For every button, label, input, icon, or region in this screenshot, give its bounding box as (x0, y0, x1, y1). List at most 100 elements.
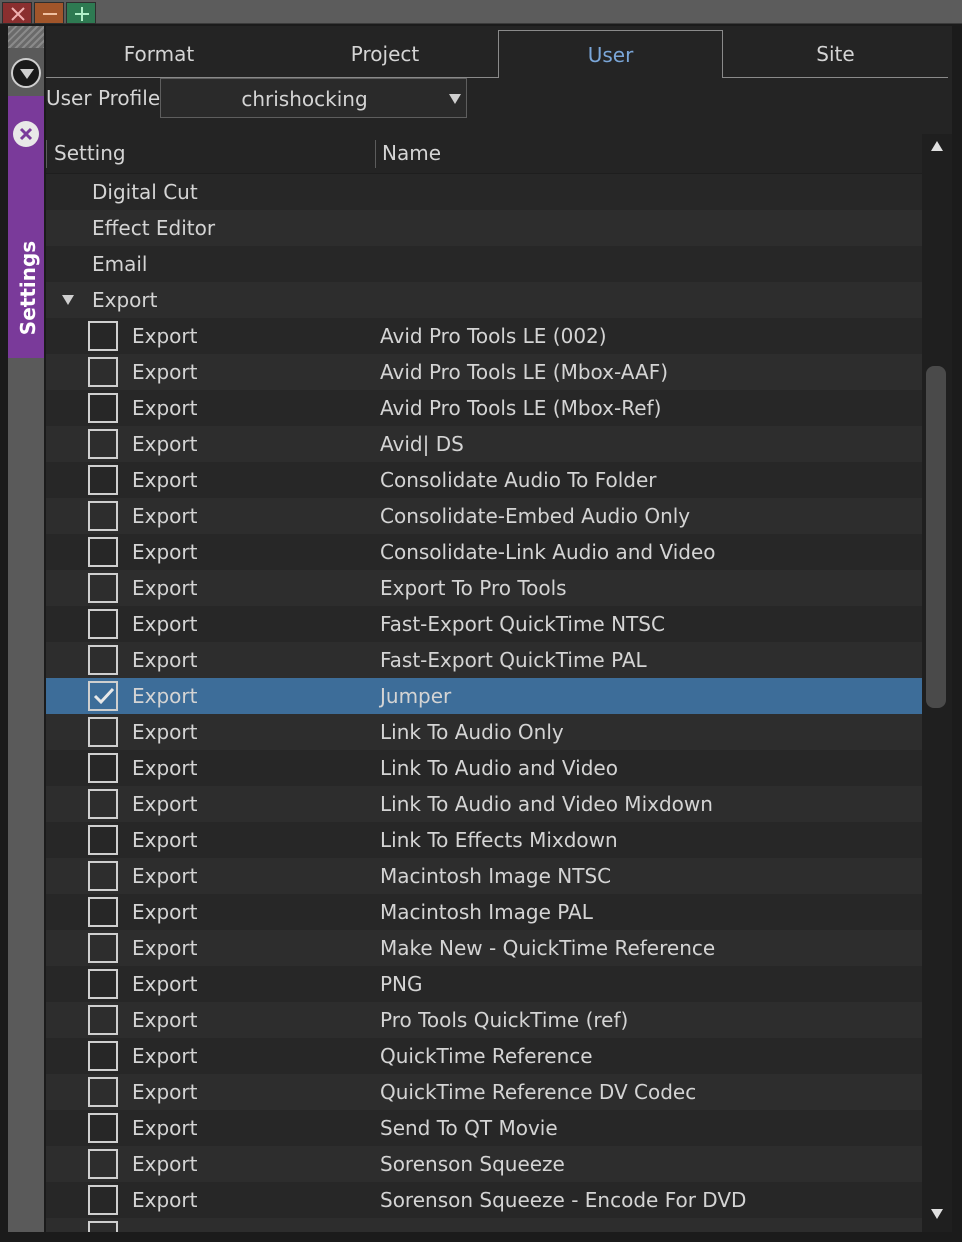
triangle-down-icon[interactable] (930, 1208, 944, 1220)
list-item[interactable]: Export Pro Tools QuickTime (ref) (46, 1002, 922, 1038)
column-resize-handle[interactable] (375, 140, 376, 168)
list-item[interactable]: Export Sorenson Squeeze - Encode For DVD (46, 1182, 922, 1218)
list-item[interactable]: Export Link To Audio and Video (46, 750, 922, 786)
export-checkbox[interactable] (88, 645, 118, 675)
list-item[interactable]: Export Macintosh Image PAL (46, 894, 922, 930)
window-minimize-button[interactable] (34, 2, 64, 24)
list-item[interactable]: Export Fast-Export QuickTime NTSC (46, 606, 922, 642)
setting-name: Pro Tools QuickTime (ref) (380, 1008, 629, 1032)
export-checkbox[interactable] (88, 1041, 118, 1071)
tab-user[interactable]: User (498, 30, 723, 78)
setting-type: Export (132, 360, 198, 384)
setting-name: Sorenson Squeeze (380, 1152, 565, 1176)
scrollbar-thumb[interactable] (926, 366, 946, 708)
setting-name: Export To Pro Tools (380, 576, 567, 600)
vertical-scrollbar[interactable] (922, 134, 952, 1232)
user-profile-dropdown[interactable]: chrishocking (160, 78, 467, 118)
window-maximize-button[interactable] (66, 2, 96, 24)
export-checkbox[interactable] (88, 1005, 118, 1035)
list-item[interactable]: Export Export To Pro Tools (46, 570, 922, 606)
group-label: Digital Cut (92, 180, 198, 204)
setting-type: Export (132, 576, 198, 600)
list-item[interactable]: Export Consolidate-Link Audio and Video (46, 534, 922, 570)
setting-name: Consolidate-Link Audio and Video (380, 540, 716, 564)
disclosure-triangle-icon[interactable] (61, 294, 75, 306)
close-icon (11, 7, 25, 21)
export-checkbox[interactable] (88, 1113, 118, 1143)
list-item[interactable]: Export Fast-Export QuickTime PAL (46, 642, 922, 678)
export-checkbox[interactable] (88, 393, 118, 423)
setting-name: QuickTime Reference DV Codec (380, 1080, 697, 1104)
window-titlebar (0, 0, 962, 24)
group-row[interactable]: Effect Editor (46, 210, 922, 246)
group-label: Effect Editor (92, 216, 216, 240)
list-item[interactable]: Export Avid Pro Tools LE (Mbox-Ref) (46, 390, 922, 426)
list-item[interactable]: Export QuickTime Reference DV Codec (46, 1074, 922, 1110)
drag-grip[interactable] (8, 26, 44, 48)
tab-project[interactable]: Project (272, 30, 498, 78)
list-item[interactable]: Export Avid Pro Tools LE (Mbox-AAF) (46, 354, 922, 390)
export-checkbox[interactable] (88, 1149, 118, 1179)
setting-name: Fast-Export QuickTime NTSC (380, 612, 665, 636)
setting-name: Macintosh Image PAL (380, 900, 593, 924)
group-row[interactable]: Email (46, 246, 922, 282)
setting-type: Export (132, 900, 198, 924)
export-checkbox[interactable] (88, 357, 118, 387)
export-checkbox[interactable] (88, 717, 118, 747)
triangle-up-icon[interactable] (930, 140, 944, 152)
export-checkbox[interactable] (88, 969, 118, 999)
export-checkbox[interactable] (88, 429, 118, 459)
minus-icon (43, 13, 57, 15)
export-checkbox[interactable] (88, 897, 118, 927)
export-checkbox[interactable] (88, 537, 118, 567)
list-item[interactable]: Export Make New - QuickTime Reference (46, 930, 922, 966)
export-checkbox[interactable] (88, 573, 118, 603)
export-checkbox[interactable] (88, 465, 118, 495)
list-item[interactable]: Export Sorenson Squeeze (46, 1146, 922, 1182)
export-checkbox[interactable] (88, 681, 118, 711)
window-close-button[interactable] (2, 2, 32, 24)
export-checkbox[interactable] (88, 1077, 118, 1107)
list-item[interactable]: Export Jumper (46, 678, 922, 714)
export-checkbox[interactable] (88, 861, 118, 891)
list-item[interactable]: Export PNG (46, 966, 922, 1002)
list-item[interactable]: Export Avid Pro Tools LE (002) (46, 318, 922, 354)
export-checkbox[interactable] (88, 1221, 118, 1232)
export-checkbox[interactable] (88, 1185, 118, 1215)
export-checkbox[interactable] (88, 501, 118, 531)
column-header-name[interactable]: Name (382, 141, 441, 165)
export-checkbox[interactable] (88, 933, 118, 963)
export-checkbox[interactable] (88, 321, 118, 351)
panel-menu-button[interactable] (11, 58, 41, 88)
user-profile-row: User Profile: chrishocking (46, 78, 952, 118)
group-label: Email (92, 252, 148, 276)
column-header-setting[interactable]: Setting (54, 141, 126, 165)
export-checkbox[interactable] (88, 789, 118, 819)
list-item[interactable]: Export Avid| DS (46, 426, 922, 462)
setting-name: Avid Pro Tools LE (002) (380, 324, 607, 348)
setting-name: Make New - QuickTime Reference (380, 936, 716, 960)
list-item[interactable]: Export QuickTime Reference (46, 1038, 922, 1074)
export-checkbox[interactable] (88, 609, 118, 639)
list-item[interactable]: Export Send To QT Movie (46, 1110, 922, 1146)
list-item[interactable]: Export Consolidate-Embed Audio Only (46, 498, 922, 534)
list-item[interactable]: Export Link To Audio Only (46, 714, 922, 750)
group-row[interactable]: Digital Cut (46, 174, 922, 210)
list-item[interactable]: Export Link To Audio and Video Mixdown (46, 786, 922, 822)
tab-format[interactable]: Format (46, 30, 272, 78)
triangle-down-icon (20, 69, 34, 79)
tab-site[interactable]: Site (723, 30, 948, 78)
settings-tab-label: Settings (16, 240, 40, 336)
settings-close-button[interactable] (13, 121, 39, 147)
setting-name: Link To Audio and Video Mixdown (380, 792, 713, 816)
group-row-expanded[interactable]: Export (46, 282, 922, 318)
settings-side-tab[interactable]: Settings (8, 96, 44, 358)
export-checkbox[interactable] (88, 825, 118, 855)
list-item[interactable]: Export Macintosh Image NTSC (46, 858, 922, 894)
close-icon (19, 127, 33, 141)
list-item[interactable] (46, 1218, 922, 1232)
list-item[interactable]: Export Consolidate Audio To Folder (46, 462, 922, 498)
export-checkbox[interactable] (88, 753, 118, 783)
list-item[interactable]: Export Link To Effects Mixdown (46, 822, 922, 858)
setting-name: Link To Effects Mixdown (380, 828, 618, 852)
